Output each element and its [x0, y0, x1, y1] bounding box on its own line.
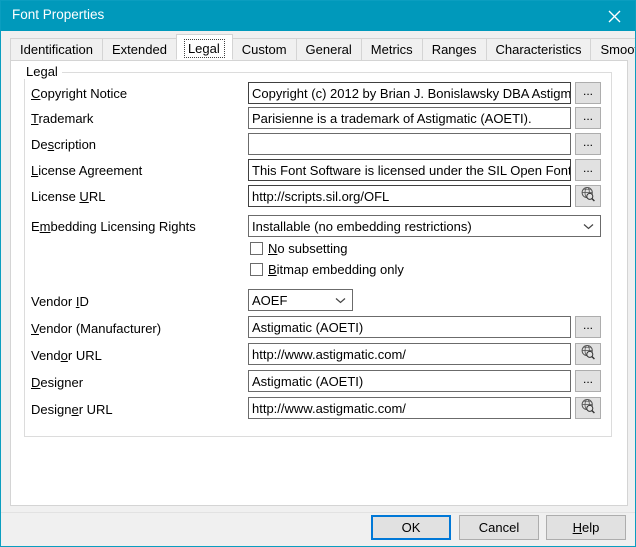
- tab-label: Extended: [112, 42, 167, 57]
- label-license-url: License URL: [31, 189, 106, 204]
- help-button[interactable]: Help: [546, 515, 626, 540]
- checkbox-bitmap-embedding-only-label: Bitmap embedding only: [268, 262, 404, 277]
- input-trademark[interactable]: Parisienne is a trademark of Astigmatic …: [248, 107, 571, 129]
- input-license-agreement[interactable]: This Font Software is licensed under the…: [248, 159, 571, 181]
- open-vendor-url-button[interactable]: [575, 343, 601, 365]
- label-embedding-rights: Embedding Licensing Rights: [31, 219, 196, 234]
- tab-label: General: [305, 42, 352, 57]
- checkbox-no-subsetting-label: No subsetting: [268, 241, 348, 256]
- label-license-agreement: License Agreement: [31, 163, 143, 178]
- label-designer: Designer: [31, 375, 84, 390]
- globe-search-icon: [580, 344, 596, 365]
- chevron-down-icon: [583, 216, 594, 236]
- tab-metrics[interactable]: Metrics: [360, 38, 423, 60]
- tab-label: Identification: [20, 42, 93, 57]
- browse-description-button[interactable]: ...: [575, 133, 601, 155]
- label-trademark: Trademark: [31, 111, 94, 126]
- label-designer-url: Designer URL: [31, 402, 113, 417]
- tab-label: Characteristics: [495, 42, 582, 57]
- tab-label: Ranges: [431, 42, 477, 57]
- window-title: Font Properties: [12, 7, 105, 22]
- group-legend: Legal: [22, 64, 62, 79]
- ellipsis-icon: ...: [582, 318, 593, 332]
- chevron-down-icon: [335, 290, 346, 310]
- ellipsis-icon: ...: [582, 372, 593, 386]
- globe-search-icon: [580, 186, 596, 207]
- label-vendor-manufacturer: Vendor (Manufacturer): [31, 321, 162, 336]
- globe-search-icon: [580, 398, 596, 419]
- ellipsis-icon: ...: [582, 161, 593, 175]
- close-icon[interactable]: [591, 1, 635, 31]
- browse-trademark-button[interactable]: ...: [575, 107, 601, 129]
- input-vendor-manufacturer[interactable]: Astigmatic (AOETI): [248, 316, 571, 338]
- tab-label: Smoothing: [600, 42, 635, 57]
- label-vendor-url: Vendor URL: [31, 348, 102, 363]
- label-vendor-id: Vendor ID: [31, 294, 89, 309]
- browse-license-agreement-button[interactable]: ...: [575, 159, 601, 181]
- cancel-button[interactable]: Cancel: [459, 515, 539, 540]
- select-vendor-id-value: AOEF: [252, 292, 288, 308]
- label-description: Description: [31, 137, 97, 152]
- tab-characteristics[interactable]: Characteristics: [485, 38, 592, 60]
- font-properties-dialog: Font Properties Identification Extended …: [0, 0, 636, 547]
- tab-strip: Identification Extended Legal Custom Gen…: [10, 34, 635, 60]
- tab-ranges[interactable]: Ranges: [421, 38, 487, 60]
- tab-extended[interactable]: Extended: [102, 38, 177, 60]
- select-embedding-rights[interactable]: Installable (no embedding restrictions): [248, 215, 601, 237]
- checkbox-no-subsetting[interactable]: No subsetting: [250, 241, 348, 256]
- input-designer[interactable]: Astigmatic (AOETI): [248, 370, 571, 392]
- ok-button[interactable]: OK: [371, 515, 451, 540]
- select-embedding-rights-value: Installable (no embedding restrictions): [252, 218, 472, 234]
- browse-vendor-manufacturer-button[interactable]: ...: [575, 316, 601, 338]
- browse-copyright-notice-button[interactable]: ...: [575, 82, 601, 104]
- title-bar: Font Properties: [1, 1, 635, 31]
- tab-general[interactable]: General: [295, 38, 362, 60]
- footer-divider: [1, 512, 635, 513]
- checkbox-bitmap-embedding-only[interactable]: Bitmap embedding only: [250, 262, 404, 277]
- select-vendor-id[interactable]: AOEF: [248, 289, 353, 311]
- tab-label: Custom: [241, 42, 287, 57]
- open-designer-url-button[interactable]: [575, 397, 601, 419]
- help-button-label: Help: [572, 520, 600, 535]
- label-copyright-notice: Copyright Notice: [31, 86, 128, 101]
- input-copyright-notice[interactable]: Copyright (c) 2012 by Brian J. Bonislaws…: [248, 82, 571, 104]
- input-designer-url[interactable]: http://www.astigmatic.com/: [248, 397, 571, 419]
- tab-legal[interactable]: Legal: [175, 34, 233, 60]
- tab-label: Metrics: [370, 42, 413, 57]
- tab-smoothing[interactable]: Smoothing: [590, 38, 635, 60]
- tab-custom[interactable]: Custom: [231, 38, 297, 60]
- checkbox-box-icon: [250, 242, 263, 255]
- browse-designer-button[interactable]: ...: [575, 370, 601, 392]
- tab-label: Legal: [183, 38, 225, 58]
- ellipsis-icon: ...: [582, 84, 593, 98]
- tab-identification[interactable]: Identification: [10, 38, 103, 60]
- ellipsis-icon: ...: [582, 109, 593, 123]
- ellipsis-icon: ...: [582, 135, 593, 149]
- input-vendor-url[interactable]: http://www.astigmatic.com/: [248, 343, 571, 365]
- checkbox-box-icon: [250, 263, 263, 276]
- open-license-url-button[interactable]: [575, 185, 601, 207]
- input-description[interactable]: [248, 133, 571, 155]
- input-license-url[interactable]: http://scripts.sil.org/OFL: [248, 185, 571, 207]
